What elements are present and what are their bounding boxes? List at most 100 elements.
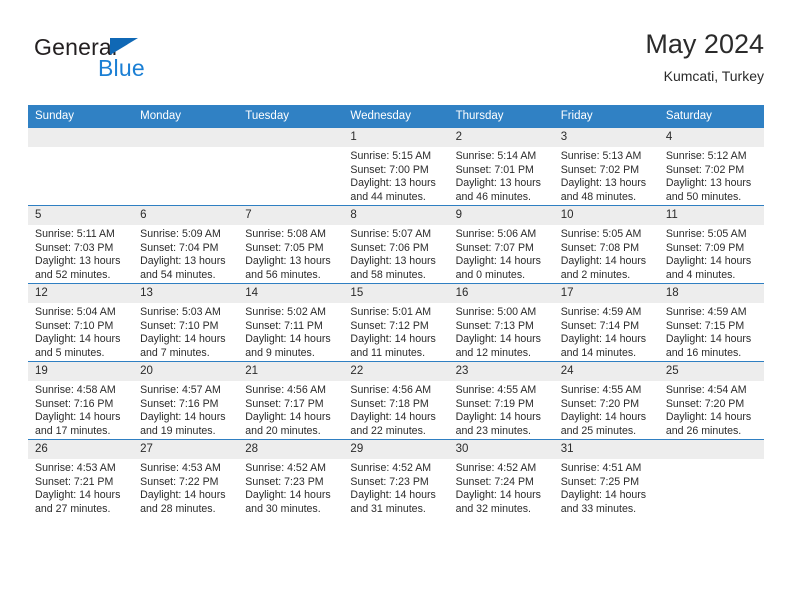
daylight-text-line1: Daylight: 14 hours <box>245 333 331 346</box>
daylight-text-line2: and 56 minutes. <box>245 268 321 281</box>
sunrise-text: Sunrise: 4:55 AM <box>455 384 537 396</box>
calendar-day-cell[interactable]: 14 Sunrise: 5:02 AM Sunset: 7:11 PM Dayligh… <box>238 283 344 362</box>
calendar-day-cell[interactable]: 19 Sunrise: 4:58 AM Sunset: 7:16 PM Dayligh… <box>28 361 134 440</box>
sunset-text: Sunset: 7:08 PM <box>560 241 640 254</box>
day-number: 13 <box>133 284 239 303</box>
calendar-day-cell[interactable]: 2 Sunrise: 5:14 AM Sunset: 7:01 PM Daylight… <box>448 127 554 206</box>
sunrise-text: Sunrise: 5:09 AM <box>140 228 221 240</box>
daylight-text-line1: Daylight: 14 hours <box>455 411 541 424</box>
sunset-text: Sunset: 7:02 PM <box>665 163 745 176</box>
day-details: Sunrise: 5:03 AM Sunset: 7:10 PM Daylight:… <box>133 303 238 360</box>
sunrise-text: Sunrise: 4:56 AM <box>350 384 432 396</box>
sunset-text: Sunset: 7:24 PM <box>455 475 534 488</box>
calendar-day-cell[interactable]: 8 Sunrise: 5:07 AM Sunset: 7:06 PM Daylight… <box>343 205 449 284</box>
calendar-day-cell[interactable]: 9 Sunrise: 5:06 AM Sunset: 7:07 PM Daylight… <box>448 205 554 284</box>
day-details: Sunrise: 4:52 AM Sunset: 7:24 PM Daylight:… <box>449 459 554 516</box>
page-subtitle: Kumcati, Turkey <box>663 68 764 84</box>
sunrise-text: Sunrise: 5:15 AM <box>350 150 432 162</box>
day-details: Sunrise: 4:53 AM Sunset: 7:22 PM Daylight:… <box>133 459 238 516</box>
day-number <box>658 440 764 459</box>
day-details: Sunrise: 4:51 AM Sunset: 7:25 PM Daylight:… <box>554 459 659 516</box>
triangle-icon <box>110 38 138 55</box>
day-number: 15 <box>343 284 449 303</box>
sunrise-text: Sunrise: 5:05 AM <box>560 228 642 240</box>
calendar-day-cell[interactable]: 30 Sunrise: 4:52 AM Sunset: 7:24 PM Dayligh… <box>448 439 554 517</box>
calendar-day-cell[interactable]: 20 Sunrise: 4:57 AM Sunset: 7:16 PM Dayligh… <box>133 361 239 440</box>
day-number: 5 <box>28 206 134 225</box>
calendar-day-cell[interactable]: 23 Sunrise: 4:55 AM Sunset: 7:19 PM Dayligh… <box>448 361 554 440</box>
daylight-text-line2: and 31 minutes. <box>350 502 426 515</box>
day-details: Sunrise: 5:15 AM Sunset: 7:00 PM Daylight:… <box>343 147 448 204</box>
sunset-text: Sunset: 7:15 PM <box>665 319 745 332</box>
calendar-day-cell[interactable]: 26 Sunrise: 4:53 AM Sunset: 7:21 PM Dayligh… <box>28 439 134 517</box>
sunset-text: Sunset: 7:23 PM <box>245 475 324 488</box>
sunrise-text: Sunrise: 5:07 AM <box>350 228 432 240</box>
daylight-text-line2: and 23 minutes. <box>455 424 531 437</box>
sunrise-text: Sunrise: 5:00 AM <box>455 306 537 318</box>
sunset-text: Sunset: 7:20 PM <box>665 397 745 410</box>
calendar-day-cell[interactable]: 13 Sunrise: 5:03 AM Sunset: 7:10 PM Dayligh… <box>133 283 239 362</box>
calendar-day-cell[interactable]: 17 Sunrise: 4:59 AM Sunset: 7:14 PM Dayligh… <box>553 283 659 362</box>
calendar-day-cell[interactable]: 28 Sunrise: 4:52 AM Sunset: 7:23 PM Dayligh… <box>238 439 344 517</box>
sunset-text: Sunset: 7:21 PM <box>35 475 114 488</box>
daylight-text-line1: Daylight: 14 hours <box>245 489 331 502</box>
calendar-day-cell[interactable]: 22 Sunrise: 4:56 AM Sunset: 7:18 PM Dayligh… <box>343 361 449 440</box>
calendar-week-row: 1 Sunrise: 5:15 AM Sunset: 7:00 PM Daylight… <box>28 127 764 206</box>
daylight-text-line2: and 11 minutes. <box>350 346 426 359</box>
calendar-day-cell[interactable]: 5 Sunrise: 5:11 AM Sunset: 7:03 PM Daylight… <box>28 205 134 284</box>
calendar-day-cell[interactable]: 15 Sunrise: 5:01 AM Sunset: 7:12 PM Dayligh… <box>343 283 449 362</box>
calendar-day-cell[interactable]: 7 Sunrise: 5:08 AM Sunset: 7:05 PM Daylight… <box>238 205 344 284</box>
calendar-header-row: Sunday Monday Tuesday Wednesday Thursday Frid… <box>28 105 764 128</box>
calendar-day-cell[interactable]: 6 Sunrise: 5:09 AM Sunset: 7:04 PM Daylight… <box>133 205 239 284</box>
daylight-text-line2: and 12 minutes. <box>455 346 531 359</box>
day-details: Sunrise: 5:12 AM Sunset: 7:02 PM Daylight:… <box>659 147 764 204</box>
sunset-text: Sunset: 7:22 PM <box>140 475 219 488</box>
calendar-day-cell[interactable]: 25 Sunrise: 4:54 AM Sunset: 7:20 PM Dayligh… <box>658 361 764 440</box>
calendar-day-cell[interactable]: 31 Sunrise: 4:51 AM Sunset: 7:25 PM Dayligh… <box>553 439 659 517</box>
day-details: Sunrise: 4:54 AM Sunset: 7:20 PM Daylight:… <box>659 381 764 438</box>
calendar-day-cell[interactable]: 4 Sunrise: 5:12 AM Sunset: 7:02 PM Daylight… <box>658 127 764 206</box>
sunrise-text: Sunrise: 5:13 AM <box>560 150 642 162</box>
daylight-text-line2: and 25 minutes. <box>560 424 637 437</box>
sunset-text: Sunset: 7:23 PM <box>350 475 429 488</box>
daylight-text-line1: Daylight: 13 hours <box>665 177 752 190</box>
day-details: Sunrise: 5:13 AM Sunset: 7:02 PM Daylight:… <box>554 147 659 204</box>
day-details: Sunrise: 5:09 AM Sunset: 7:04 PM Daylight:… <box>133 225 238 282</box>
daylight-text-line1: Daylight: 13 hours <box>140 255 226 268</box>
day-details: Sunrise: 5:07 AM Sunset: 7:06 PM Daylight:… <box>343 225 448 282</box>
daylight-text-line1: Daylight: 13 hours <box>455 177 541 190</box>
weekday-header-tuesday: Tuesday <box>238 105 344 128</box>
daylight-text-line1: Daylight: 14 hours <box>350 333 436 346</box>
calendar-body: 1 Sunrise: 5:15 AM Sunset: 7:00 PM Daylight… <box>28 127 764 517</box>
calendar-day-cell[interactable]: 21 Sunrise: 4:56 AM Sunset: 7:17 PM Dayligh… <box>238 361 344 440</box>
brand-logo[interactable]: General Blue <box>34 34 254 90</box>
daylight-text-line2: and 26 minutes. <box>665 424 742 437</box>
calendar-day-cell[interactable]: 10 Sunrise: 5:05 AM Sunset: 7:08 PM Dayligh… <box>553 205 659 284</box>
day-number: 7 <box>238 206 344 225</box>
day-details: Sunrise: 5:08 AM Sunset: 7:05 PM Daylight:… <box>238 225 343 282</box>
day-details: Sunrise: 4:57 AM Sunset: 7:16 PM Daylight:… <box>133 381 238 438</box>
sunset-text: Sunset: 7:03 PM <box>35 241 114 254</box>
day-number: 26 <box>28 440 134 459</box>
day-number: 31 <box>553 440 659 459</box>
daylight-text-line2: and 17 minutes. <box>35 424 111 437</box>
calendar-day-cell[interactable]: 12 Sunrise: 5:04 AM Sunset: 7:10 PM Dayligh… <box>28 283 134 362</box>
calendar-day-cell[interactable]: 11 Sunrise: 5:05 AM Sunset: 7:09 PM Dayligh… <box>658 205 764 284</box>
daylight-text-line1: Daylight: 13 hours <box>350 255 436 268</box>
day-number: 2 <box>448 128 554 147</box>
daylight-text-line2: and 19 minutes. <box>140 424 216 437</box>
day-number: 25 <box>658 362 764 381</box>
calendar-day-cell[interactable]: 3 Sunrise: 5:13 AM Sunset: 7:02 PM Daylight… <box>553 127 659 206</box>
weekday-header-wednesday: Wednesday <box>343 105 449 128</box>
sunrise-text: Sunrise: 4:55 AM <box>560 384 642 396</box>
calendar-week-row: 26 Sunrise: 4:53 AM Sunset: 7:21 PM Dayligh… <box>28 439 764 517</box>
calendar-day-cell[interactable]: 27 Sunrise: 4:53 AM Sunset: 7:22 PM Dayligh… <box>133 439 239 517</box>
calendar-day-cell[interactable]: 24 Sunrise: 4:55 AM Sunset: 7:20 PM Dayligh… <box>553 361 659 440</box>
calendar-page: General Blue May 2024 Kumcati, Turkey Su… <box>0 0 792 612</box>
daylight-text-line2: and 58 minutes. <box>350 268 426 281</box>
calendar-day-cell[interactable]: 1 Sunrise: 5:15 AM Sunset: 7:00 PM Daylight… <box>343 127 449 206</box>
calendar-day-cell[interactable]: 18 Sunrise: 4:59 AM Sunset: 7:15 PM Dayligh… <box>658 283 764 362</box>
calendar-day-cell[interactable]: 16 Sunrise: 5:00 AM Sunset: 7:13 PM Dayligh… <box>448 283 554 362</box>
calendar-day-cell[interactable]: 29 Sunrise: 4:52 AM Sunset: 7:23 PM Dayligh… <box>343 439 449 517</box>
day-details: Sunrise: 4:55 AM Sunset: 7:20 PM Daylight:… <box>554 381 659 438</box>
